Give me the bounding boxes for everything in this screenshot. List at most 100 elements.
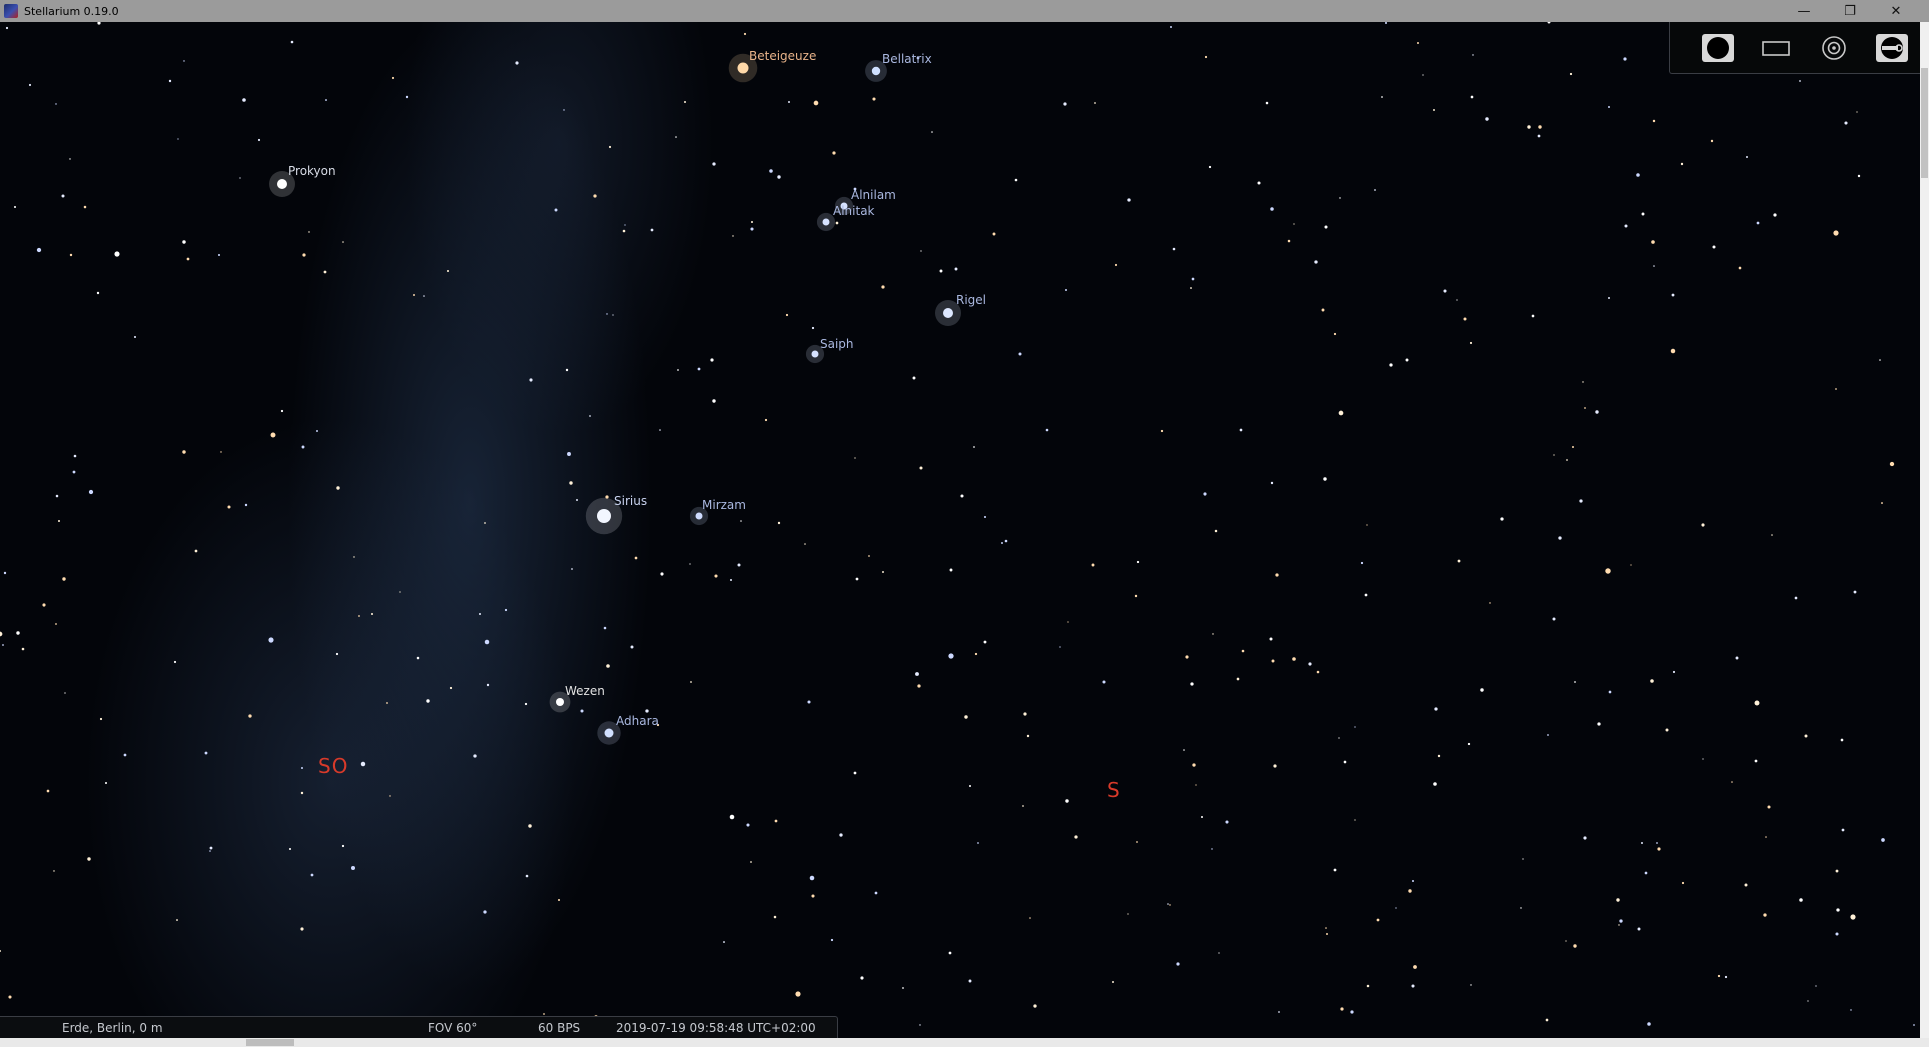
background-star[interactable] bbox=[567, 452, 571, 456]
background-star[interactable] bbox=[1014, 178, 1018, 182]
background-star[interactable] bbox=[1746, 156, 1748, 158]
background-star[interactable] bbox=[1102, 680, 1106, 684]
background-star[interactable] bbox=[209, 850, 211, 852]
background-star[interactable] bbox=[399, 591, 401, 593]
background-star[interactable] bbox=[1641, 212, 1645, 216]
background-star[interactable] bbox=[1325, 927, 1327, 929]
background-star[interactable] bbox=[1579, 499, 1583, 503]
background-star[interactable] bbox=[1354, 819, 1356, 821]
background-star[interactable] bbox=[608, 145, 612, 149]
background-star[interactable] bbox=[1192, 763, 1196, 767]
background-star[interactable] bbox=[605, 495, 609, 499]
sky-view[interactable]: Beteigeuze Bellatrix Prokyon Alnilam Aln… bbox=[0, 22, 1920, 1038]
background-star[interactable] bbox=[650, 228, 654, 232]
close-button[interactable]: ✕ bbox=[1873, 0, 1919, 22]
star-alnitak[interactable] bbox=[822, 218, 830, 226]
background-star[interactable] bbox=[1190, 682, 1194, 686]
background-star[interactable] bbox=[1134, 594, 1138, 598]
background-star[interactable] bbox=[1680, 162, 1684, 166]
background-star[interactable] bbox=[853, 771, 857, 775]
background-star[interactable] bbox=[1292, 657, 1296, 661]
background-star[interactable] bbox=[416, 656, 420, 660]
background-star[interactable] bbox=[3, 571, 7, 575]
background-star[interactable] bbox=[743, 32, 747, 36]
background-star[interactable] bbox=[529, 378, 533, 382]
background-star[interactable] bbox=[1647, 1022, 1651, 1026]
background-star[interactable] bbox=[1469, 341, 1473, 345]
background-star[interactable] bbox=[1624, 224, 1628, 228]
background-star[interactable] bbox=[1853, 590, 1857, 594]
star-label-beteigeuze[interactable]: Beteigeuze bbox=[749, 49, 816, 63]
background-star[interactable] bbox=[46, 789, 50, 793]
background-star[interactable] bbox=[750, 227, 754, 231]
background-star[interactable] bbox=[606, 664, 610, 668]
star-adhara[interactable] bbox=[604, 728, 614, 738]
star-beteigeuze[interactable] bbox=[737, 62, 749, 74]
background-star[interactable] bbox=[777, 175, 781, 179]
background-star[interactable] bbox=[123, 753, 127, 757]
background-star[interactable] bbox=[1004, 539, 1008, 543]
background-star[interactable] bbox=[580, 709, 584, 713]
background-star[interactable] bbox=[1339, 197, 1341, 199]
background-star[interactable] bbox=[1701, 523, 1705, 527]
background-star[interactable] bbox=[55, 494, 59, 498]
background-star[interactable] bbox=[920, 250, 922, 252]
background-star[interactable] bbox=[968, 784, 972, 788]
background-star[interactable] bbox=[593, 194, 597, 198]
background-star[interactable] bbox=[1067, 621, 1069, 623]
background-star[interactable] bbox=[630, 645, 634, 649]
background-star[interactable] bbox=[1881, 838, 1885, 842]
background-star[interactable] bbox=[565, 368, 569, 372]
background-star[interactable] bbox=[133, 335, 137, 339]
star-prokyon[interactable] bbox=[277, 179, 287, 189]
background-star[interactable] bbox=[697, 367, 701, 371]
background-star[interactable] bbox=[603, 626, 607, 630]
background-star[interactable] bbox=[1552, 617, 1556, 621]
background-star[interactable] bbox=[622, 229, 626, 233]
background-star[interactable] bbox=[486, 683, 490, 687]
background-star[interactable] bbox=[0, 631, 3, 637]
background-star[interactable] bbox=[1417, 42, 1419, 44]
background-star[interactable] bbox=[1767, 805, 1771, 809]
background-star[interactable] bbox=[882, 571, 884, 573]
background-star[interactable] bbox=[1218, 952, 1220, 954]
horizontal-scrollbar[interactable] bbox=[0, 1038, 1929, 1047]
background-star[interactable] bbox=[353, 556, 355, 558]
background-star[interactable] bbox=[1338, 410, 1344, 416]
background-star[interactable] bbox=[1889, 461, 1895, 467]
background-star[interactable] bbox=[563, 109, 565, 111]
background-star[interactable] bbox=[504, 608, 508, 612]
background-star[interactable] bbox=[73, 454, 77, 458]
background-star[interactable] bbox=[1127, 913, 1129, 915]
background-star[interactable] bbox=[1094, 102, 1096, 104]
background-star[interactable] bbox=[830, 938, 834, 942]
background-star[interactable] bbox=[182, 450, 186, 454]
star-label-bellatrix[interactable]: Bellatrix bbox=[882, 52, 932, 66]
background-star[interactable] bbox=[1287, 239, 1291, 243]
background-star[interactable] bbox=[28, 83, 32, 87]
background-star[interactable] bbox=[1582, 381, 1584, 383]
background-star[interactable] bbox=[288, 847, 292, 851]
background-star[interactable] bbox=[1623, 57, 1627, 61]
background-star[interactable] bbox=[1270, 481, 1274, 485]
background-star[interactable] bbox=[8, 995, 12, 999]
background-star[interactable] bbox=[902, 987, 904, 989]
background-star[interactable] bbox=[257, 138, 261, 142]
background-star[interactable] bbox=[64, 692, 66, 694]
background-star[interactable] bbox=[710, 358, 714, 362]
background-star[interactable] bbox=[308, 231, 310, 233]
background-star[interactable] bbox=[1569, 72, 1573, 76]
background-star[interactable] bbox=[1443, 289, 1447, 293]
background-star[interactable] bbox=[1063, 102, 1067, 106]
background-star[interactable] bbox=[1271, 659, 1275, 663]
background-star[interactable] bbox=[244, 503, 248, 507]
background-star[interactable] bbox=[358, 615, 360, 617]
background-star[interactable] bbox=[712, 162, 716, 166]
background-star[interactable] bbox=[248, 714, 252, 718]
background-star[interactable] bbox=[1033, 1004, 1037, 1008]
background-star[interactable] bbox=[1381, 96, 1383, 98]
background-star[interactable] bbox=[1257, 181, 1261, 185]
background-star[interactable] bbox=[61, 194, 65, 198]
background-star[interactable] bbox=[659, 429, 661, 431]
background-star[interactable] bbox=[1195, 784, 1197, 786]
